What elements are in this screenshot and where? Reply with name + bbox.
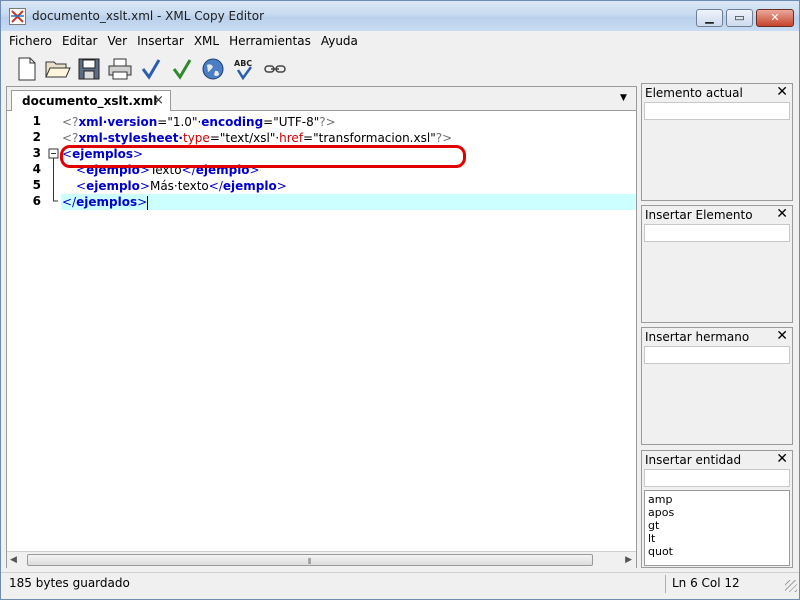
tab-list-dropdown-icon[interactable]: ▼ bbox=[620, 93, 627, 103]
line-number-gutter: 1 2 3 4 5 6 bbox=[7, 111, 47, 551]
validate-icon bbox=[172, 59, 191, 80]
status-message: 185 bytes guardado bbox=[9, 576, 130, 590]
menu-ver[interactable]: Ver bbox=[104, 33, 134, 51]
spellcheck-icon: ABC bbox=[234, 59, 252, 80]
open-folder-icon bbox=[44, 61, 71, 78]
status-bar: 185 bytes guardado Ln 6 Col 12 bbox=[1, 572, 799, 594]
line-number: 4 bbox=[32, 162, 41, 176]
minimize-button[interactable]: ▁ bbox=[696, 9, 723, 27]
panel-title: Insertar Elemento bbox=[645, 208, 753, 222]
open-button[interactable] bbox=[42, 55, 73, 83]
annotation-highlight-oval bbox=[60, 145, 466, 168]
line-number: 6 bbox=[32, 194, 41, 208]
panel-content[interactable] bbox=[644, 102, 790, 120]
editor-area: documento_xslt.xml × ▼ 1 2 3 4 5 6 <?xml… bbox=[6, 86, 637, 568]
print-button[interactable] bbox=[104, 55, 135, 83]
scrollbar-thumb[interactable]: ⦀ bbox=[27, 554, 593, 566]
panel-header: Insertar Elemento ✕ bbox=[642, 206, 792, 224]
new-document-icon bbox=[18, 57, 35, 81]
list-item[interactable]: apos bbox=[648, 506, 786, 519]
app-window: documento_xslt.xml - XML Copy Editor ▁ ▭… bbox=[0, 0, 800, 600]
title-bar: documento_xslt.xml - XML Copy Editor ▁ ▭… bbox=[1, 1, 799, 31]
code-line-5: <ejemplo>Más·texto</ejemplo> bbox=[76, 179, 287, 193]
panel-elemento-actual: Elemento actual ✕ bbox=[641, 83, 793, 201]
code-line-1: <?xml·version="1.0"·encoding="UTF-8"?> bbox=[62, 115, 336, 129]
fold-margin bbox=[48, 148, 59, 202]
horizontal-scrollbar[interactable]: ◀ ⦀ ▶ bbox=[7, 551, 636, 568]
status-divider bbox=[665, 575, 666, 593]
list-item[interactable]: amp bbox=[648, 493, 786, 506]
browser-button[interactable] bbox=[197, 55, 228, 83]
scroll-right-icon[interactable]: ▶ bbox=[625, 555, 632, 565]
panel-insertar-elemento: Insertar Elemento ✕ bbox=[641, 205, 793, 323]
print-icon bbox=[108, 58, 131, 80]
menu-bar: Fichero Editar Ver Insertar XML Herramie… bbox=[5, 33, 797, 51]
menu-fichero[interactable]: Fichero bbox=[5, 33, 58, 51]
menu-herramientas[interactable]: Herramientas bbox=[225, 33, 317, 51]
panel-title: Insertar hermano bbox=[645, 330, 750, 344]
list-item[interactable]: gt bbox=[648, 519, 786, 532]
check-wellformed-button[interactable] bbox=[135, 55, 166, 83]
panel-filter-input[interactable] bbox=[644, 469, 790, 487]
validate-button[interactable] bbox=[166, 55, 197, 83]
save-button[interactable] bbox=[73, 55, 104, 83]
line-number: 3 bbox=[32, 146, 41, 160]
maximize-button[interactable]: ▭ bbox=[726, 9, 753, 27]
new-button[interactable] bbox=[11, 55, 42, 83]
tab-label: documento_xslt.xml bbox=[22, 94, 158, 108]
maximize-icon: ▭ bbox=[734, 11, 745, 24]
link-icon bbox=[263, 65, 286, 73]
minimize-icon: ▁ bbox=[705, 11, 714, 24]
line-number: 1 bbox=[32, 114, 41, 128]
list-item[interactable]: quot bbox=[648, 545, 786, 558]
globe-icon bbox=[202, 58, 223, 80]
list-item[interactable]: lt bbox=[648, 532, 786, 545]
entity-list: amp apos gt lt quot bbox=[644, 490, 790, 566]
cursor-position: Ln 6 Col 12 bbox=[672, 576, 740, 590]
toolbar: ABC bbox=[5, 53, 797, 85]
panel-filter-input[interactable] bbox=[644, 346, 790, 364]
panel-close-icon[interactable]: ✕ bbox=[776, 451, 788, 467]
window-title: documento_xslt.xml - XML Copy Editor bbox=[32, 9, 265, 23]
spellcheck-button[interactable]: ABC bbox=[228, 55, 259, 83]
link-button[interactable] bbox=[259, 55, 290, 83]
scroll-left-icon[interactable]: ◀ bbox=[10, 555, 17, 565]
svg-text:ABC: ABC bbox=[234, 59, 252, 68]
tab-close-icon[interactable]: × bbox=[153, 93, 164, 108]
panel-header: Insertar entidad ✕ bbox=[642, 451, 792, 469]
line-number: 2 bbox=[32, 130, 41, 144]
close-icon: ✕ bbox=[770, 11, 780, 24]
menu-editar[interactable]: Editar bbox=[58, 33, 104, 51]
panel-filter-input[interactable] bbox=[644, 224, 790, 242]
menu-xml[interactable]: XML bbox=[190, 33, 225, 51]
save-icon bbox=[78, 58, 99, 80]
menu-ayuda[interactable]: Ayuda bbox=[317, 33, 364, 51]
code-line-6: </ejemplos> bbox=[62, 195, 149, 210]
panel-title: Elemento actual bbox=[645, 86, 743, 100]
tab-documento[interactable]: documento_xslt.xml × bbox=[11, 90, 171, 112]
tab-strip: documento_xslt.xml × ▼ bbox=[7, 87, 636, 112]
text-cursor bbox=[147, 195, 149, 210]
line-number: 5 bbox=[32, 178, 41, 192]
panel-close-icon[interactable]: ✕ bbox=[776, 328, 788, 344]
code-editor[interactable]: 1 2 3 4 5 6 <?xml·version="1.0"·encoding… bbox=[7, 111, 636, 551]
panel-insertar-entidad: Insertar entidad ✕ amp apos gt lt quot bbox=[641, 450, 793, 568]
app-icon bbox=[9, 8, 26, 25]
panel-insertar-hermano: Insertar hermano ✕ bbox=[641, 327, 793, 445]
panel-header: Elemento actual ✕ bbox=[642, 84, 792, 102]
panel-close-icon[interactable]: ✕ bbox=[776, 206, 788, 222]
menu-insertar[interactable]: Insertar bbox=[133, 33, 190, 51]
panel-close-icon[interactable]: ✕ bbox=[776, 84, 788, 100]
close-window-button[interactable]: ✕ bbox=[756, 9, 794, 27]
code-line-2: <?xml-stylesheet·type="text/xsl"·href="t… bbox=[62, 131, 453, 145]
grip-icon: ⦀ bbox=[308, 557, 311, 566]
panel-header: Insertar hermano ✕ bbox=[642, 328, 792, 346]
panel-title: Insertar entidad bbox=[645, 453, 742, 467]
resize-grip-icon[interactable] bbox=[785, 580, 797, 592]
check-wellformed-icon bbox=[141, 59, 160, 80]
